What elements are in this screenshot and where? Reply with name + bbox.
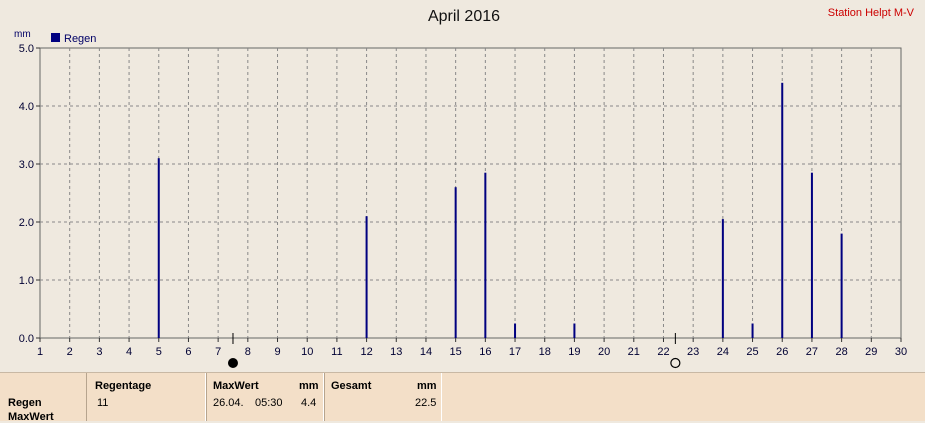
x-tick-label: 28 [835,346,847,358]
x-tick-label: 20 [598,346,610,358]
x-tick-label: 19 [568,346,580,358]
x-tick-label: 21 [628,346,640,358]
x-tick-label: 8 [245,346,251,358]
y-tick-label: 0.0 [19,333,34,345]
x-tick-label: 5 [156,346,162,358]
bar [751,323,754,338]
new-moon-icon [670,357,681,369]
regentage-cell: Regentage 11 [86,373,206,421]
bar [365,216,368,338]
x-tick-label: 1 [37,346,43,358]
maxwert-header: MaxWert [213,380,259,392]
y-axis-ticks: 0.0 1.0 2.0 3.0 4.0 5.0 [19,43,40,345]
gesamt-cell: Gesamt mm 22.5 [324,373,442,421]
chart-title: April 2016 [428,8,500,25]
x-tick-label: 29 [865,346,877,358]
rain-chart: April 2016 Station Helpt M-V mm Regen 0.… [14,7,915,369]
x-tick-label: 15 [450,346,462,358]
maxwert-unit: mm [299,380,319,392]
x-tick-label: 10 [301,346,313,358]
y-tick-label: 1.0 [19,275,34,287]
bar [840,233,843,338]
row-label-regen: Regen [8,397,42,409]
bar [484,172,487,338]
x-tick-label: 12 [360,346,372,358]
x-tick-label: 13 [390,346,402,358]
bar [781,82,784,338]
x-tick-label: 3 [96,346,102,358]
gesamt-unit: mm [417,380,437,392]
x-tick-label: 22 [657,346,669,358]
regentage-value: 11 [97,397,109,409]
summary-panel: Regen MaxWert Regentage 11 MaxWert mm 26… [0,372,925,423]
bar [454,187,457,338]
x-axis-ticks: 1 2 3 4 5 6 7 8 9 10 11 12 13 14 15 16 17 18 19 20 21 22 23 24 2… [37,338,907,358]
gesamt-value: 22.5 [415,397,437,409]
x-tick-label: 18 [539,346,551,358]
y-tick-label: 2.0 [19,217,34,229]
station-name: Station Helpt M-V [828,7,915,19]
bar [514,323,517,338]
bar [573,323,576,338]
y-tick-label: 5.0 [19,43,34,55]
x-tick-label: 17 [509,346,521,358]
x-tick-label: 2 [67,346,73,358]
y-tick-label: 4.0 [19,101,34,113]
x-tick-label: 27 [806,346,818,358]
x-tick-label: 4 [126,346,132,358]
x-tick-label: 6 [185,346,191,358]
x-tick-label: 7 [215,346,221,358]
bar [721,219,724,338]
regentage-header: Regentage [95,380,152,392]
x-tick-label: 26 [776,346,788,358]
x-tick-label: 14 [420,346,432,358]
gesamt-header: Gesamt [331,380,372,392]
plot-area [39,47,902,339]
maxwert-value: 4.4 [301,397,317,409]
maxwert-time: 05:30 [255,397,283,409]
row-label-maxwert: MaxWert [8,411,54,423]
full-moon-icon [227,358,238,368]
x-tick-label: 16 [479,346,491,358]
x-tick-label: 11 [331,346,342,358]
legend-label: Regen [64,33,96,45]
y-axis-unit: mm [14,29,31,40]
x-tick-label: 30 [895,346,907,358]
y-tick-label: 3.0 [19,159,34,171]
x-tick-label: 23 [687,346,699,358]
x-tick-label: 25 [746,346,758,358]
legend-swatch [51,33,60,42]
bar [157,158,160,338]
x-tick-label: 24 [717,346,729,358]
maxwert-cell: MaxWert mm 26.04. 05:30 4.4 [206,373,324,421]
maxwert-date: 26.04. [213,397,244,409]
legend: Regen [51,33,96,45]
bar [810,172,813,338]
x-tick-label: 9 [274,346,280,358]
